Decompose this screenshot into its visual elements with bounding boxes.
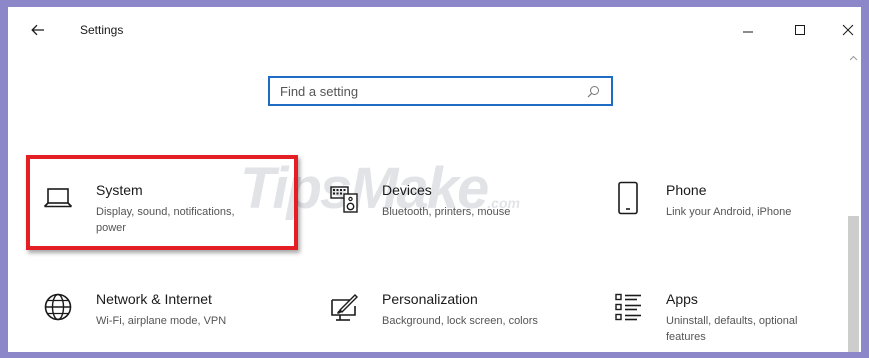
paint-brush-icon xyxy=(324,289,364,325)
category-description: Bluetooth, printers, mouse xyxy=(382,206,511,218)
chevron-up-icon xyxy=(849,55,858,61)
window-title: Settings xyxy=(80,23,124,37)
category-network-internet[interactable]: Network & Internet Wi-Fi, airplane mode,… xyxy=(38,289,288,352)
search-input[interactable] xyxy=(270,78,581,104)
scroll-thumb[interactable] xyxy=(848,216,859,352)
category-title: Phone xyxy=(666,182,707,198)
category-personalization[interactable]: Personalization Background, lock screen,… xyxy=(324,289,574,352)
close-icon xyxy=(842,24,854,36)
category-title: Devices xyxy=(382,182,432,198)
apps-list-icon xyxy=(608,289,648,325)
category-description: Wi-Fi, airplane mode, VPN xyxy=(96,315,227,327)
arrow-left-icon xyxy=(31,24,44,36)
close-button[interactable] xyxy=(828,13,861,47)
category-description: Uninstall, defaults, optional features xyxy=(666,315,798,343)
keyboard-speaker-icon xyxy=(324,180,364,216)
category-description: Background, lock screen, colors xyxy=(382,315,538,327)
category-apps[interactable]: Apps Uninstall, defaults, optional featu… xyxy=(608,289,838,352)
category-devices[interactable]: Devices Bluetooth, printers, mouse xyxy=(324,180,574,250)
back-button[interactable] xyxy=(26,19,50,41)
category-phone[interactable]: Phone Link your Android, iPhone xyxy=(608,180,838,250)
maximize-icon xyxy=(795,25,805,35)
search-icon[interactable] xyxy=(581,85,605,98)
title-bar: Settings xyxy=(8,7,861,53)
search-box[interactable] xyxy=(268,76,613,106)
category-description: Link your Android, iPhone xyxy=(666,206,792,218)
settings-window: Settings TipsMake.com xyxy=(8,7,861,352)
category-title: Apps xyxy=(666,291,698,307)
minimize-button[interactable] xyxy=(728,13,768,47)
minimize-icon xyxy=(743,31,753,33)
maximize-button[interactable] xyxy=(780,13,820,47)
highlight-box xyxy=(26,155,298,250)
globe-icon xyxy=(38,289,78,325)
scroll-up-button[interactable] xyxy=(846,55,861,65)
category-title: Network & Internet xyxy=(96,291,212,307)
phone-icon xyxy=(608,180,648,216)
category-title: Personalization xyxy=(382,291,478,307)
scrollbar[interactable] xyxy=(846,53,861,352)
